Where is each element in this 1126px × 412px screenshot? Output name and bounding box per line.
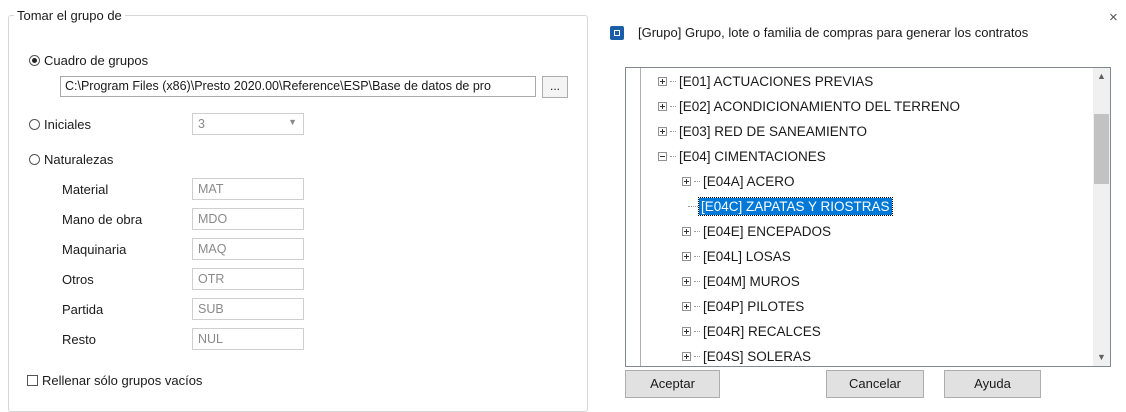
expand-icon[interactable]: [658, 101, 667, 111]
tree-connector: [694, 330, 700, 332]
nature-label-resto: Resto: [62, 332, 96, 347]
tree-node-e04p[interactable]: [E04P] PILOTES: [682, 295, 806, 317]
tree-connector: [694, 355, 700, 357]
tree-connector: [694, 255, 700, 257]
collapse-icon[interactable]: [658, 151, 667, 161]
ok-button[interactable]: Aceptar: [625, 370, 720, 398]
tree-node-e04[interactable]: [E04] CIMENTACIONES: [658, 145, 828, 167]
tree-connector: [670, 80, 676, 82]
tree-connector: [670, 130, 676, 132]
tree-node-e04l[interactable]: [E04L] LOSAS: [682, 245, 793, 267]
expand-icon[interactable]: [682, 276, 691, 286]
iniciales-value: 3: [198, 117, 205, 131]
scroll-up-icon[interactable]: ▲: [1093, 68, 1110, 85]
tree-connector: [694, 180, 700, 182]
tree-node-label: [E04M] MUROS: [703, 273, 800, 289]
browse-button[interactable]: ...: [542, 76, 568, 98]
tree-connector: [694, 230, 700, 232]
nature-label-material: Material: [62, 182, 109, 197]
nature-field-otros[interactable]: OTR: [192, 268, 304, 290]
tree-node-label: [E04L] LOSAS: [703, 248, 791, 264]
radio-naturalezas-label: Naturalezas: [44, 152, 114, 167]
tree-connector: [688, 205, 698, 207]
nature-label-partida: Partida: [62, 302, 104, 317]
chevron-down-icon: ▼: [288, 117, 297, 127]
tree-node-e04s[interactable]: [E04S] SOLERAS: [682, 345, 813, 366]
group-tree[interactable]: [E01] ACTUACIONES PREVIAS [E02] ACONDICI…: [625, 67, 1111, 367]
radio-iniciales-label: Iniciales: [44, 117, 91, 132]
nature-field-material[interactable]: MAT: [192, 178, 304, 200]
nature-field-partida[interactable]: SUB: [192, 298, 304, 320]
tree-node-label: [E04E] ENCEPADOS: [703, 223, 832, 239]
app-icon: [610, 26, 624, 40]
nature-label-maquinaria: Maquinaria: [62, 242, 127, 257]
tree-node-e04c-selected[interactable]: [E04C] ZAPATAS Y RIOSTRAS: [688, 195, 893, 217]
tree-node-e04r[interactable]: [E04R] RECALCES: [682, 320, 823, 342]
tree-guide-line: [640, 68, 641, 366]
database-path-input[interactable]: C:\Program Files (x86)\Presto 2020.00\Re…: [60, 76, 536, 97]
expand-icon[interactable]: [658, 126, 667, 136]
tree-node-label: [E04P] PILOTES: [703, 298, 805, 314]
tree-connector: [670, 105, 676, 107]
tree-node-label: [E04S] SOLERAS: [703, 348, 812, 364]
expand-icon[interactable]: [682, 251, 691, 261]
iniciales-select[interactable]: 3 ▼: [192, 113, 304, 135]
tree-node-e04m[interactable]: [E04M] MUROS: [682, 270, 802, 292]
nature-field-mano-de-obra[interactable]: MDO: [192, 208, 304, 230]
tree-node-e04e[interactable]: [E04E] ENCEPADOS: [682, 220, 833, 242]
radio-iniciales[interactable]: Iniciales: [29, 117, 91, 132]
expand-icon[interactable]: [682, 301, 691, 311]
tree-connector: [694, 280, 700, 282]
tree-node-label: [E04] CIMENTACIONES: [679, 148, 826, 164]
scroll-thumb[interactable]: [1094, 114, 1109, 184]
tree-node-label: [E01] ACTUACIONES PREVIAS: [679, 73, 874, 89]
cancel-button[interactable]: Cancelar: [826, 370, 924, 398]
tree-node-e02[interactable]: [E02] ACONDICIONAMIENTO DEL TERRENO: [658, 95, 962, 117]
radio-icon: [29, 154, 40, 165]
expand-icon[interactable]: [682, 176, 691, 186]
tree-scrollbar[interactable]: ▲ ▼: [1093, 68, 1110, 366]
radio-selected-icon: [29, 55, 40, 66]
expand-icon[interactable]: [682, 326, 691, 336]
radio-icon: [29, 119, 40, 130]
tree-node-label: [E03] RED DE SANEAMIENTO: [679, 123, 868, 139]
scroll-down-icon[interactable]: ▼: [1093, 349, 1110, 366]
tree-node-label: [E02] ACONDICIONAMIENTO DEL TERRENO: [679, 98, 961, 114]
nature-field-maquinaria[interactable]: MAQ: [192, 238, 304, 260]
radio-naturalezas[interactable]: Naturalezas: [29, 152, 113, 167]
tree-node-label: [E04C] ZAPATAS Y RIOSTRAS: [698, 196, 893, 216]
nature-label-otros: Otros: [62, 272, 94, 287]
tree-connector: [694, 305, 700, 307]
expand-icon[interactable]: [682, 226, 691, 236]
radio-cuadro-label: Cuadro de grupos: [44, 53, 149, 68]
tree-connector: [670, 155, 676, 157]
tree-node-e01[interactable]: [E01] ACTUACIONES PREVIAS: [658, 70, 875, 92]
tree-node-e04a[interactable]: [E04A] ACERO: [682, 170, 797, 192]
tree-node-label: [E04A] ACERO: [703, 173, 795, 189]
dialog-title: [Grupo] Grupo, lote o familia de compras…: [638, 25, 1029, 40]
fill-empty-groups-checkbox[interactable]: Rellenar sólo grupos vacíos: [27, 373, 202, 388]
tree-node-e03[interactable]: [E03] RED DE SANEAMIENTO: [658, 120, 869, 142]
tree-node-label: [E04R] RECALCES: [703, 323, 821, 339]
checkbox-label: Rellenar sólo grupos vacíos: [42, 373, 203, 388]
group-dialog: [Grupo] Grupo, lote o familia de compras…: [598, 0, 1126, 405]
expand-icon[interactable]: [682, 351, 691, 361]
expand-icon[interactable]: [658, 76, 667, 86]
radio-cuadro-de-grupos[interactable]: Cuadro de grupos: [29, 53, 148, 68]
nature-field-resto[interactable]: NUL: [192, 328, 304, 350]
group-title: Tomar el grupo de: [14, 8, 125, 23]
close-icon[interactable]: ×: [1109, 9, 1118, 26]
checkbox-unchecked-icon: [27, 375, 38, 386]
left-panel: Tomar el grupo de Cuadro de grupos C:\Pr…: [0, 0, 598, 412]
help-button[interactable]: Ayuda: [944, 370, 1041, 398]
nature-label-mano-de-obra: Mano de obra: [62, 212, 143, 227]
